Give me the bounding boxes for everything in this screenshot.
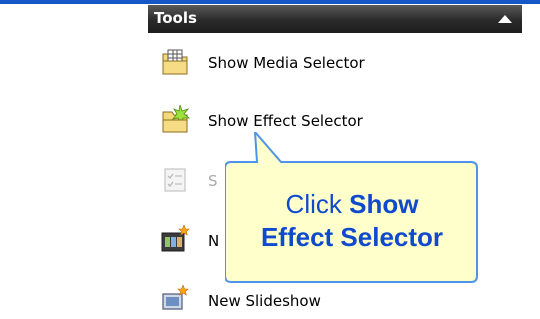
- callout-line-1: Click Show: [225, 188, 479, 221]
- panel-title: Tools: [154, 9, 197, 27]
- tutorial-callout: Click Show Effect Selector: [225, 132, 479, 283]
- callout-prefix: Click: [285, 189, 350, 219]
- callout-line-2: Effect Selector: [260, 222, 444, 252]
- tools-panel-header[interactable]: Tools: [148, 5, 522, 33]
- tool-item-new-slideshow[interactable]: New Slideshow: [160, 285, 500, 319]
- tool-item-label: N: [208, 232, 220, 250]
- effect-folder-icon: [162, 105, 190, 133]
- checklist-icon: [164, 168, 186, 192]
- tool-item-label: Show Effect Selector: [208, 112, 363, 130]
- collapse-triangle-icon[interactable]: [498, 15, 512, 23]
- tool-item-label: S: [208, 172, 218, 190]
- callout-text: Click Show Effect Selector: [225, 188, 479, 254]
- tool-item-label: Show Media Selector: [208, 54, 365, 72]
- slideshow-star-icon: [162, 285, 189, 310]
- tool-item-show-media-selector[interactable]: Show Media Selector: [160, 47, 500, 81]
- filmstrip-star-icon: [161, 225, 190, 252]
- window-top-border: [0, 0, 540, 4]
- media-folder-icon: [162, 49, 188, 75]
- tool-item-label: New Slideshow: [208, 292, 321, 310]
- callout-emphasis-1: Show: [349, 189, 419, 219]
